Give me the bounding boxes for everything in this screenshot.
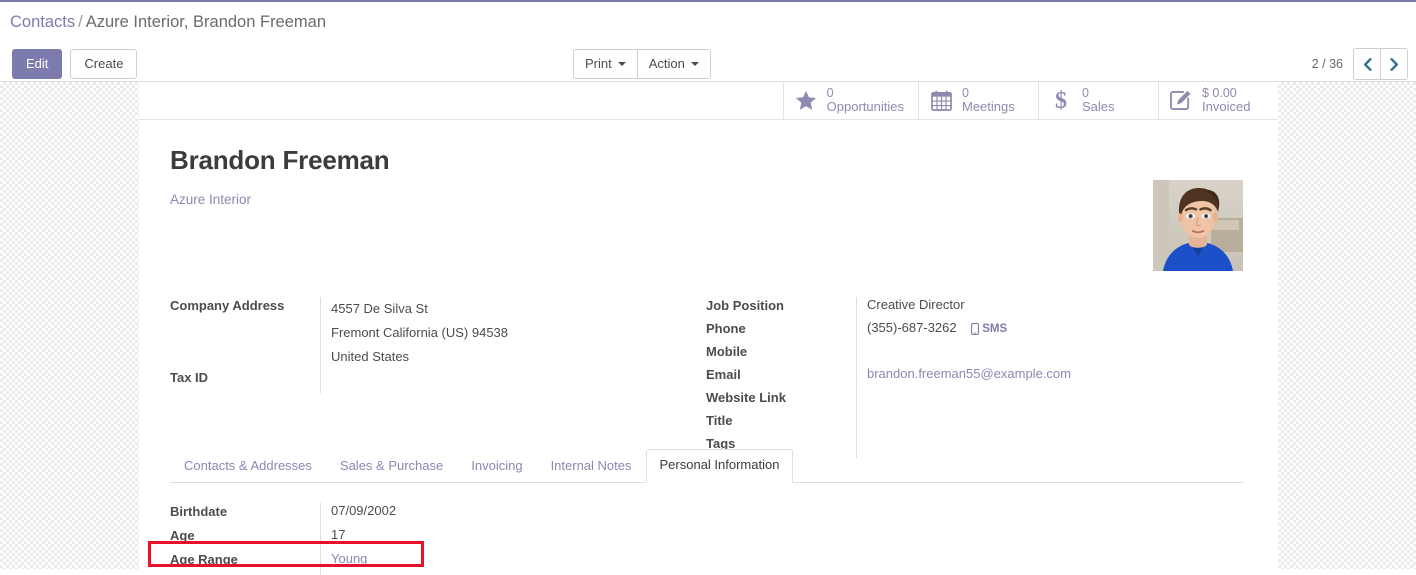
stat-value-meetings: 0 <box>962 85 969 100</box>
stat-text-opportunities: 0 Opportunities <box>827 86 904 115</box>
stat-button-meetings[interactable]: 0 Meetings <box>918 82 1038 119</box>
action-dropdown-button[interactable]: Action <box>636 49 711 79</box>
tab-contacts-addresses[interactable]: Contacts & Addresses <box>170 450 326 483</box>
tab-personal-information[interactable]: Personal Information <box>645 449 794 483</box>
field-value-birthdate[interactable]: 07/09/2002 <box>321 503 670 518</box>
record-action-buttons: Edit Create <box>12 49 138 79</box>
tab-sales-purchase[interactable]: Sales & Purchase <box>326 450 457 483</box>
print-label: Print <box>585 56 612 71</box>
field-email: Email brandon.freeman55@example.com <box>706 366 1206 389</box>
address-line-1: 4557 De Silva St <box>331 301 428 316</box>
star-icon <box>794 90 818 111</box>
field-label-company-address: Company Address <box>170 298 285 313</box>
mobile-phone-icon <box>971 322 980 335</box>
field-mobile: Mobile <box>706 343 1206 366</box>
contact-photo-image <box>1153 180 1243 271</box>
field-value-mobile[interactable] <box>857 343 1206 358</box>
field-value-tax-id[interactable] <box>321 369 670 384</box>
field-label-job-position: Job Position <box>706 298 784 313</box>
field-website-link: Website Link <box>706 389 1206 412</box>
field-birthdate: Birthdate 07/09/2002 <box>170 503 670 527</box>
field-title: Title <box>706 412 1206 435</box>
pager: 2 / 36 <box>1312 48 1408 80</box>
control-panel: Contacts / Azure Interior, Brandon Freeman… <box>0 2 1416 82</box>
pencil-square-icon <box>1169 90 1193 111</box>
stat-text-sales: 0 Sales <box>1082 86 1115 115</box>
pager-next-button[interactable] <box>1380 48 1408 80</box>
action-label: Action <box>648 56 685 71</box>
field-value-title[interactable] <box>857 412 1206 427</box>
edit-button[interactable]: Edit <box>12 49 63 79</box>
pager-previous-button[interactable] <box>1353 48 1380 80</box>
address-line-3: United States <box>331 349 410 364</box>
notebook: Contacts & Addresses Sales & Purchase In… <box>170 449 1244 575</box>
record-sheet: 0 Opportunities 0 Meetings $ 0 Sales $ 0… <box>139 82 1278 575</box>
stat-button-invoiced[interactable]: $ 0.00 Invoiced <box>1158 82 1278 119</box>
breadcrumb-root-link[interactable]: Contacts <box>10 13 75 31</box>
tab-invoicing[interactable]: Invoicing <box>457 450 536 483</box>
print-action-button-group: Print Action <box>573 49 711 79</box>
field-company-address: Company Address 4557 De Silva St Fremont… <box>170 297 670 369</box>
field-value-age-range[interactable]: Young <box>321 551 670 566</box>
stat-text-meetings: 0 Meetings <box>962 86 1015 115</box>
chevron-right-icon <box>1389 57 1398 71</box>
avatar[interactable] <box>1153 180 1243 271</box>
breadcrumb: Contacts / Azure Interior, Brandon Freeman <box>10 13 326 33</box>
field-value-website-link[interactable] <box>857 389 1206 404</box>
page-title: Brandon Freeman <box>170 145 390 175</box>
sms-label: SMS <box>982 322 1008 335</box>
field-phone: Phone (355)-687-3262 SMS <box>706 320 1206 343</box>
stat-button-bar: 0 Opportunities 0 Meetings $ 0 Sales $ 0… <box>139 82 1278 120</box>
breadcrumb-current: Azure Interior, Brandon Freeman <box>85 13 327 31</box>
stat-button-sales[interactable]: $ 0 Sales <box>1038 82 1158 119</box>
parent-company-link[interactable]: Azure Interior <box>170 192 251 207</box>
field-value-tags[interactable] <box>857 435 1206 450</box>
field-label-birthdate: Birthdate <box>170 504 228 519</box>
phone-link[interactable]: (355)-687-3262 <box>867 320 957 335</box>
chevron-left-icon <box>1363 57 1372 71</box>
create-button[interactable]: Create <box>70 49 138 79</box>
field-tax-id: Tax ID <box>170 369 670 393</box>
pager-counter: 2 / 36 <box>1311 57 1343 71</box>
field-age: Age 17 <box>170 527 670 551</box>
print-dropdown-button[interactable]: Print <box>573 49 637 79</box>
field-value-age: 17 <box>331 527 346 542</box>
calendar-icon <box>929 90 953 111</box>
svg-text:$: $ <box>1055 88 1067 113</box>
field-group-left: Company Address 4557 De Silva St Fremont… <box>170 297 670 393</box>
field-label-title: Title <box>706 413 733 428</box>
field-label-tax-id: Tax ID <box>170 370 209 385</box>
tab-internal-notes[interactable]: Internal Notes <box>537 450 646 483</box>
stat-label-invoiced: Invoiced <box>1202 99 1251 115</box>
field-label-email: Email <box>706 367 741 382</box>
address-line-2: Fremont California (US) 94538 <box>331 325 509 340</box>
stat-button-opportunities[interactable]: 0 Opportunities <box>782 82 918 119</box>
field-label-age-range: Age Range <box>170 552 238 567</box>
field-group-right: Job Position Creative Director Phone (35… <box>706 297 1206 458</box>
stat-label-opportunities: Opportunities <box>826 99 904 115</box>
field-label-phone: Phone <box>706 321 746 336</box>
stat-value-invoiced: $ 0.00 <box>1202 85 1237 100</box>
sms-button[interactable]: SMS <box>971 323 1007 335</box>
dollar-icon: $ <box>1049 88 1073 113</box>
notebook-tab-list: Contacts & Addresses Sales & Purchase In… <box>170 449 1244 483</box>
field-label-mobile: Mobile <box>706 344 748 359</box>
field-label-age: Age <box>170 528 195 543</box>
breadcrumb-separator: / <box>78 13 83 31</box>
field-job-position: Job Position Creative Director <box>706 297 1206 320</box>
tab-pane-personal-information: Birthdate 07/09/2002 Age 17 Age Range Yo… <box>170 503 670 575</box>
stat-value-opportunities: 0 <box>826 85 834 100</box>
field-age-range: Age Range Young <box>170 551 670 575</box>
field-label-website-link: Website Link <box>706 390 786 405</box>
chevron-down-icon <box>617 61 626 66</box>
stat-label-sales: Sales <box>1082 99 1115 115</box>
stat-text-invoiced: $ 0.00 Invoiced <box>1202 86 1250 115</box>
field-value-job-position: Creative Director <box>867 297 965 312</box>
chevron-down-icon <box>690 61 699 66</box>
field-value-phone: (355)-687-3262 SMS <box>857 320 1206 335</box>
field-value-email[interactable]: brandon.freeman55@example.com <box>857 366 1206 381</box>
field-value-company-address: 4557 De Silva St Fremont California (US)… <box>321 297 670 369</box>
stat-label-meetings: Meetings <box>962 99 1015 115</box>
stat-value-sales: 0 <box>1082 85 1089 100</box>
